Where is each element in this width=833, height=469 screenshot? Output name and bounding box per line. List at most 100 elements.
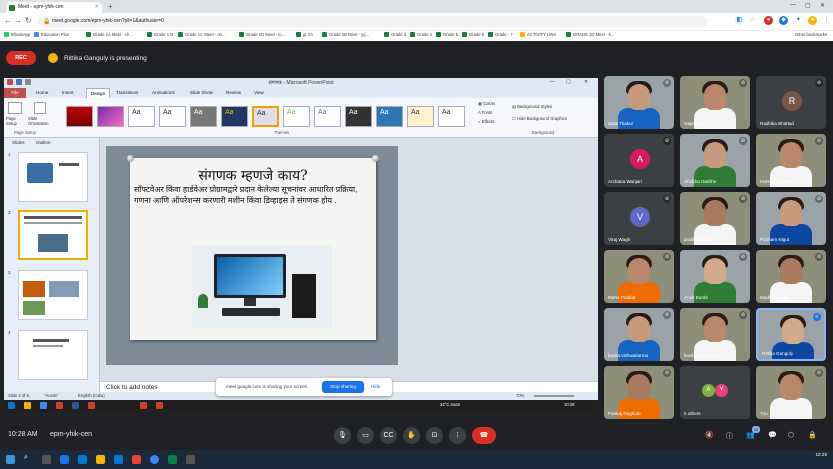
mute-all-icon[interactable]: 🔇 [705, 431, 714, 439]
theme-swatch[interactable]: Aa [407, 106, 434, 127]
theme-swatch[interactable]: Aa [438, 106, 465, 127]
slide-orientation-button[interactable]: Slide Orientation [28, 116, 56, 126]
bookmark-item[interactable]: Grade 3 [384, 32, 406, 37]
end-call-button[interactable]: ☎ [472, 427, 496, 444]
present-icon[interactable]: ⊡ [426, 427, 443, 444]
tab-design[interactable]: Design [86, 88, 110, 98]
file-explorer-icon[interactable] [96, 455, 105, 464]
theme-swatch[interactable]: Aa [128, 106, 155, 127]
theme-swatch[interactable]: Aa [345, 106, 372, 127]
tab-file[interactable]: File [4, 88, 26, 98]
search-icon[interactable]: ⌕ [24, 454, 28, 462]
puzzle-icon[interactable]: ✦ [794, 16, 803, 25]
bookmark-item[interactable]: Grade 4 [410, 32, 432, 37]
hide-notice-button[interactable]: Hide [371, 384, 380, 389]
theme-swatch[interactable]: Aa [376, 106, 403, 127]
bookmark-item[interactable]: ACTIVITY LINK [520, 32, 556, 37]
app-icon[interactable] [168, 455, 177, 464]
maximize-icon[interactable]: ▢ [805, 2, 811, 9]
captions-icon[interactable]: CC [380, 427, 397, 444]
theme-swatch[interactable]: Aa [283, 106, 310, 127]
bookmark-item[interactable]: Grade 6 [462, 32, 484, 37]
profile-avatar[interactable]: ● [808, 16, 817, 25]
task-view-icon[interactable] [42, 455, 51, 464]
bookmark-item[interactable]: Education Plus [34, 32, 69, 37]
page-setup-icon[interactable] [8, 102, 22, 114]
bookmark-item[interactable]: Grade 2B Meet - yg... [322, 32, 369, 37]
bookmark-item[interactable]: GRADE 1D Meet - k... [566, 32, 614, 37]
slide-thumbnail-selected[interactable] [18, 210, 88, 260]
page-setup-button[interactable]: Page Setup [6, 116, 26, 126]
tab-animations[interactable]: Animations [152, 90, 175, 95]
tab-view[interactable]: View [254, 90, 264, 95]
bookmark-item[interactable]: Grade - 7 [488, 32, 513, 37]
orientation-icon[interactable] [34, 102, 46, 114]
theme-swatch-selected[interactable]: Aa [252, 106, 279, 127]
url-field[interactable]: 🔒 meet.google.com/epm-yhik-cen?pli=1&aut… [38, 16, 708, 27]
participant-tile[interactable]: ⊘ Harshika Upase [756, 134, 826, 187]
extension-icon[interactable]: ◆ [779, 16, 788, 25]
bookmark-item[interactable]: Grade 1 B [147, 32, 173, 37]
slide-title[interactable]: संगणक म्हणजे काय? [130, 166, 376, 185]
fonts-button[interactable]: A Fonts [478, 110, 492, 115]
current-slide[interactable]: संगणक म्हणजे काय? सॉफ्टवेअर किंवा हार्डव… [106, 146, 398, 365]
back-icon[interactable]: ← [4, 16, 12, 25]
zoom-slider[interactable] [534, 395, 574, 397]
slide-thumbnail[interactable] [18, 270, 88, 320]
browser-tab[interactable]: Meet - epm-yhik-cen × [6, 2, 102, 13]
mic-icon[interactable]: 🎙 [334, 427, 351, 444]
extension-icon[interactable]: ◧ [735, 16, 744, 25]
effects-button[interactable]: ◐ Effects [478, 119, 494, 124]
participant-tile[interactable]: AY 5 others [680, 366, 750, 419]
chat-icon[interactable]: 💬 [768, 431, 777, 439]
stop-sharing-button[interactable]: Stop sharing [322, 381, 364, 393]
ppt-close-icon[interactable]: ✕ [584, 79, 588, 85]
slide-thumbnail[interactable] [18, 330, 88, 380]
more-menu-icon[interactable]: ⋮ [822, 16, 831, 25]
close-window-icon[interactable]: ✕ [820, 2, 825, 9]
participant-tile[interactable]: ⊘ Sara Thakur [604, 76, 674, 129]
participant-tile[interactable]: ⊘ Pankaj Raghute [604, 366, 674, 419]
tab-insert[interactable]: Insert [62, 90, 74, 95]
tab-transitions[interactable]: Transitions [116, 90, 138, 95]
bookmark-item[interactable]: Grade 5 [436, 32, 458, 37]
tab-slide-show[interactable]: Slide Show [190, 90, 213, 95]
other-bookmarks[interactable]: Other bookmarks [795, 32, 827, 37]
participant-tile[interactable]: ≡ Rittika Ganguly [756, 308, 826, 361]
participant-tile[interactable]: ⊘ Mahir Poddar [604, 250, 674, 303]
star-icon[interactable]: ☆ [748, 16, 757, 25]
theme-swatch[interactable]: Aa [190, 106, 217, 127]
tab-review[interactable]: Review [226, 90, 241, 95]
participant-tile[interactable]: ⊘ Shubha Darbhe [680, 134, 750, 187]
participant-tile[interactable]: ⊘ Ansh Burde [680, 250, 750, 303]
participant-tile[interactable]: ⊘ Poonam Nigut [756, 192, 826, 245]
raise-hand-icon[interactable]: ✋ [403, 427, 420, 444]
participant-tile[interactable]: R ⊘ Radhika Bhattad [756, 76, 826, 129]
info-icon[interactable]: ⓘ [726, 431, 733, 441]
slide-thumbnail[interactable] [18, 152, 88, 202]
slides-tab[interactable]: Slides [12, 140, 25, 145]
slide-body-text[interactable]: सॉफ्टवेअर किंवा हार्डवेअर प्रोग्रामद्वार… [134, 184, 372, 206]
participant-tile[interactable]: V ⊘ Viraj Wagh [604, 192, 674, 245]
bookmark-item[interactable]: Grade 1A Meet - ch... [86, 32, 133, 37]
bookmark-item[interactable]: Grade 1C Meet - on... [178, 32, 226, 37]
theme-swatch[interactable] [97, 106, 124, 127]
edge-icon[interactable] [78, 455, 87, 464]
background-styles-button[interactable]: ▤ Background Styles [512, 104, 552, 109]
store-icon[interactable] [114, 455, 123, 464]
camera-icon[interactable]: ▭ [357, 427, 374, 444]
participant-tile[interactable]: ⊘ kavita vishwakarma [680, 308, 750, 361]
bookmark-item[interactable]: Grade 1D Meet - lo... [239, 32, 285, 37]
minimize-icon[interactable]: — [790, 2, 796, 8]
participant-tile[interactable]: A ⊘ Archana Wanjari [604, 134, 674, 187]
colors-button[interactable]: ▦ Colors [478, 101, 495, 106]
tab-close-icon[interactable]: × [95, 4, 98, 10]
theme-swatch[interactable]: Aa [159, 106, 186, 127]
bookmark-item[interactable]: WhatsApp [4, 32, 30, 37]
ppt-maximize-icon[interactable]: ▢ [566, 79, 571, 85]
edge-icon[interactable] [60, 455, 69, 464]
app-icon[interactable] [186, 455, 195, 464]
windows-start-icon[interactable] [6, 455, 15, 464]
app-icon[interactable] [132, 455, 141, 464]
more-options-icon[interactable]: ⋮ [449, 427, 466, 444]
